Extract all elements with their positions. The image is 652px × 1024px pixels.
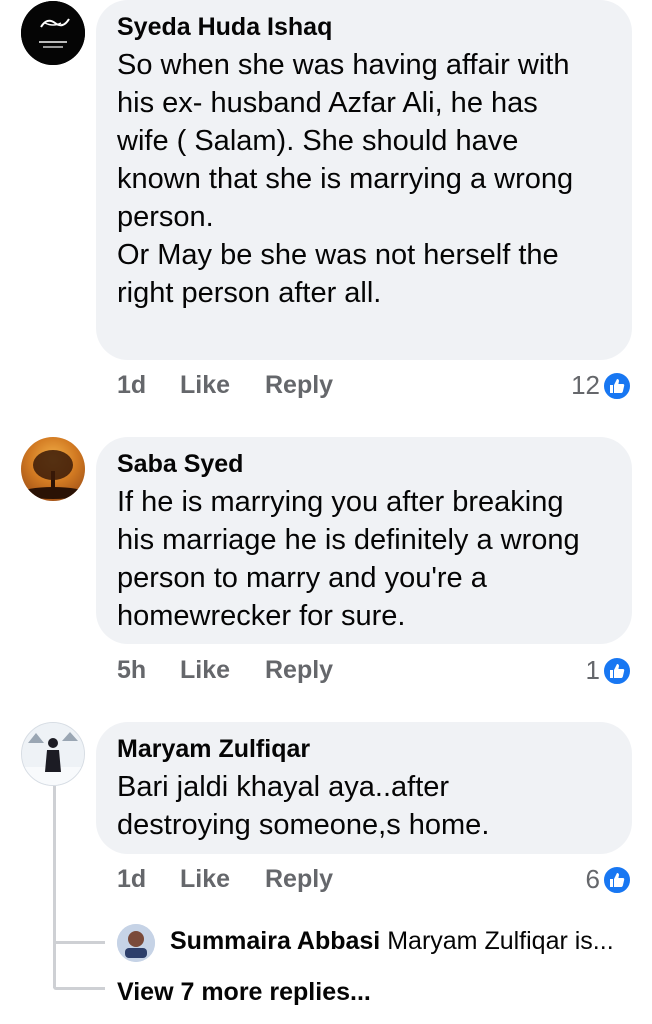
reply-button[interactable]: Reply [265,865,333,894]
like-button[interactable]: Like [180,865,230,894]
comment-bubble: Saba Syed If he is marrying you after br… [96,437,632,644]
reply-author[interactable]: Summaira Abbasi [170,927,380,955]
avatar[interactable] [21,722,85,786]
comment-author[interactable]: Saba Syed [117,447,610,481]
thread-branch-1 [53,941,105,944]
comment-text: So when she was having affair with his e… [117,49,574,309]
like-button[interactable]: Like [180,656,230,685]
reaction-count[interactable]: 12 [571,370,632,401]
thread-line [53,786,56,988]
comment-text: Bari jaldi khayal aya..after destroying … [117,771,490,841]
reply-button[interactable]: Reply [265,656,333,685]
reaction-number: 6 [585,864,600,894]
avatar[interactable] [21,1,85,65]
thumbs-up-icon [602,655,632,686]
comment-time[interactable]: 1d [117,865,146,894]
thumbs-up-icon [602,370,632,401]
reply-avatar[interactable] [117,924,155,962]
reply-snippet: Maryam Zulfiqar is... [387,927,614,955]
thread-branch-2 [53,987,105,990]
view-more-replies-link[interactable]: View 7 more replies... [117,978,371,1007]
comment-author[interactable]: Syeda Huda Ishaq [117,10,610,44]
comment-time[interactable]: 1d [117,371,146,400]
comment-author[interactable]: Maryam Zulfiqar [117,732,610,766]
comment-bubble: Maryam Zulfiqar Bari jaldi khayal aya..a… [96,722,632,854]
reaction-number: 12 [571,370,600,400]
avatar[interactable] [21,437,85,501]
reaction-count[interactable]: 1 [586,655,632,686]
like-button[interactable]: Like [180,371,230,400]
reply-preview[interactable]: Summaira Abbasi Maryam Zulfiqar is... [170,927,614,956]
reaction-number: 1 [585,655,600,685]
reply-button[interactable]: Reply [265,371,333,400]
comment-text: If he is marrying you after breaking his… [117,486,580,632]
thumbs-up-icon [602,864,632,895]
comment-time[interactable]: 5h [117,656,146,685]
comment-bubble: Syeda Huda Ishaq So when she was having … [96,0,632,360]
reaction-count[interactable]: 6 [586,864,632,895]
